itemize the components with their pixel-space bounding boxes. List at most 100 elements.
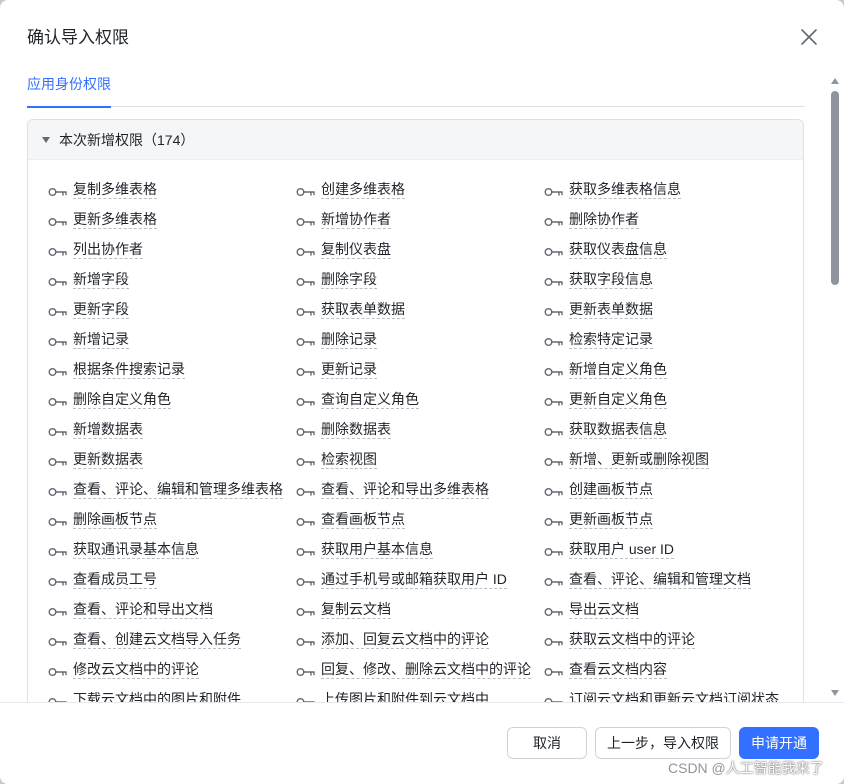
permission-item[interactable]: 检索视图 xyxy=(296,444,544,474)
permission-item[interactable]: 回复、修改、删除云文档中的评论 xyxy=(296,654,544,684)
permission-item[interactable]: 删除字段 xyxy=(296,264,544,294)
permission-item[interactable]: 检索特定记录 xyxy=(544,324,788,354)
key-icon xyxy=(544,574,564,586)
permission-label: 删除自定义角色 xyxy=(73,390,171,409)
permission-item[interactable]: 获取数据表信息 xyxy=(544,414,788,444)
permission-item[interactable]: 查看、评论、编辑和管理文档 xyxy=(544,564,788,594)
permission-item[interactable]: 根据条件搜索记录 xyxy=(48,354,296,384)
tab-app-identity-permissions[interactable]: 应用身份权限 xyxy=(27,74,111,108)
permission-item[interactable]: 新增字段 xyxy=(48,264,296,294)
permission-item[interactable]: 复制云文档 xyxy=(296,594,544,624)
scroll-up-arrow-icon[interactable] xyxy=(831,78,839,84)
permission-item[interactable]: 更新字段 xyxy=(48,294,296,324)
permission-item[interactable]: 导出云文档 xyxy=(544,594,788,624)
key-icon xyxy=(48,604,68,616)
permission-item[interactable]: 修改云文档中的评论 xyxy=(48,654,296,684)
watermark: CSDN @人工智能我来了 xyxy=(668,758,824,778)
permission-label: 添加、回复云文档中的评论 xyxy=(321,630,489,649)
section-header[interactable]: 本次新增权限（174） xyxy=(28,120,803,160)
permission-item[interactable]: 查看、创建云文档导入任务 xyxy=(48,624,296,654)
permission-item[interactable]: 新增协作者 xyxy=(296,204,544,234)
permission-item[interactable]: 获取云文档中的评论 xyxy=(544,624,788,654)
permission-item[interactable]: 新增记录 xyxy=(48,324,296,354)
permission-item[interactable]: 新增、更新或删除视图 xyxy=(544,444,788,474)
caret-down-icon xyxy=(42,137,50,143)
scroll-down-arrow-icon[interactable] xyxy=(831,690,839,696)
permission-item[interactable]: 查看云文档内容 xyxy=(544,654,788,684)
permission-label: 获取云文档中的评论 xyxy=(569,630,695,649)
permission-item[interactable]: 获取通讯录基本信息 xyxy=(48,534,296,564)
key-icon xyxy=(296,304,316,316)
permission-label: 查看云文档内容 xyxy=(569,660,667,679)
permission-item[interactable]: 获取用户基本信息 xyxy=(296,534,544,564)
key-icon xyxy=(296,214,316,226)
permission-item[interactable]: 获取仪表盘信息 xyxy=(544,234,788,264)
permission-label: 更新多维表格 xyxy=(73,210,157,229)
permission-item[interactable]: 查看画板节点 xyxy=(296,504,544,534)
permission-label: 获取表单数据 xyxy=(321,300,405,319)
permission-item[interactable]: 更新画板节点 xyxy=(544,504,788,534)
permission-label: 新增字段 xyxy=(73,270,129,289)
back-import-button[interactable]: 上一步，导入权限 xyxy=(595,727,731,759)
permission-item[interactable]: 更新记录 xyxy=(296,354,544,384)
permission-item[interactable]: 列出协作者 xyxy=(48,234,296,264)
permission-panel: 本次新增权限（174） 复制多维表格 创建多维表格 获取多维表格信息 更新多维表格 新增… xyxy=(27,119,804,719)
permission-label: 获取仪表盘信息 xyxy=(569,240,667,259)
permission-item[interactable]: 删除画板节点 xyxy=(48,504,296,534)
permission-item[interactable]: 复制仪表盘 xyxy=(296,234,544,264)
scrollbar-thumb[interactable] xyxy=(831,91,839,285)
permission-item[interactable]: 查询自定义角色 xyxy=(296,384,544,414)
close-icon[interactable] xyxy=(798,26,820,48)
key-icon xyxy=(48,574,68,586)
permission-item[interactable]: 复制多维表格 xyxy=(48,174,296,204)
key-icon xyxy=(48,664,68,676)
permission-item[interactable]: 删除自定义角色 xyxy=(48,384,296,414)
permission-item[interactable]: 获取多维表格信息 xyxy=(544,174,788,204)
key-icon xyxy=(544,484,564,496)
dialog-title: 确认导入权限 xyxy=(27,28,129,47)
permission-item[interactable]: 删除数据表 xyxy=(296,414,544,444)
key-icon xyxy=(48,244,68,256)
permission-label: 根据条件搜索记录 xyxy=(73,360,185,379)
permission-label: 新增协作者 xyxy=(321,210,391,229)
key-icon xyxy=(544,274,564,286)
permission-label: 新增、更新或删除视图 xyxy=(569,450,709,469)
permission-label: 列出协作者 xyxy=(73,240,143,259)
permission-item[interactable]: 删除记录 xyxy=(296,324,544,354)
permission-item[interactable]: 查看、评论、编辑和管理多维表格 xyxy=(48,474,296,504)
permission-item[interactable]: 更新数据表 xyxy=(48,444,296,474)
permission-label: 查看、评论和导出多维表格 xyxy=(321,480,489,499)
permission-item[interactable]: 更新多维表格 xyxy=(48,204,296,234)
permission-item[interactable]: 新增数据表 xyxy=(48,414,296,444)
key-icon xyxy=(296,514,316,526)
cancel-button[interactable]: 取消 xyxy=(507,727,587,759)
permission-item[interactable]: 删除协作者 xyxy=(544,204,788,234)
permission-item[interactable]: 查看成员工号 xyxy=(48,564,296,594)
permission-label: 更新字段 xyxy=(73,300,129,319)
permission-item[interactable]: 获取字段信息 xyxy=(544,264,788,294)
permission-item[interactable]: 获取表单数据 xyxy=(296,294,544,324)
permission-item[interactable]: 查看、评论和导出文档 xyxy=(48,594,296,624)
permission-item[interactable]: 添加、回复云文档中的评论 xyxy=(296,624,544,654)
key-icon xyxy=(544,604,564,616)
permission-item[interactable]: 创建多维表格 xyxy=(296,174,544,204)
permission-label: 复制多维表格 xyxy=(73,180,157,199)
apply-button[interactable]: 申请开通 xyxy=(739,727,819,759)
key-icon xyxy=(544,454,564,466)
permission-item[interactable]: 创建画板节点 xyxy=(544,474,788,504)
permission-item[interactable]: 通过手机号或邮箱获取用户 ID xyxy=(296,564,544,594)
permission-item[interactable]: 查看、评论和导出多维表格 xyxy=(296,474,544,504)
key-icon xyxy=(544,304,564,316)
key-icon xyxy=(48,214,68,226)
permission-label: 获取通讯录基本信息 xyxy=(73,540,199,559)
permission-label: 更新自定义角色 xyxy=(569,390,667,409)
permission-item[interactable]: 更新表单数据 xyxy=(544,294,788,324)
scrollbar[interactable] xyxy=(828,74,842,702)
tab-bar: 应用身份权限 xyxy=(27,66,805,108)
permission-item[interactable]: 新增自定义角色 xyxy=(544,354,788,384)
permission-label: 查看、评论和导出文档 xyxy=(73,600,213,619)
permission-item[interactable]: 获取用户 user ID xyxy=(544,534,788,564)
permission-label: 删除数据表 xyxy=(321,420,391,439)
key-icon xyxy=(48,304,68,316)
permission-item[interactable]: 更新自定义角色 xyxy=(544,384,788,414)
